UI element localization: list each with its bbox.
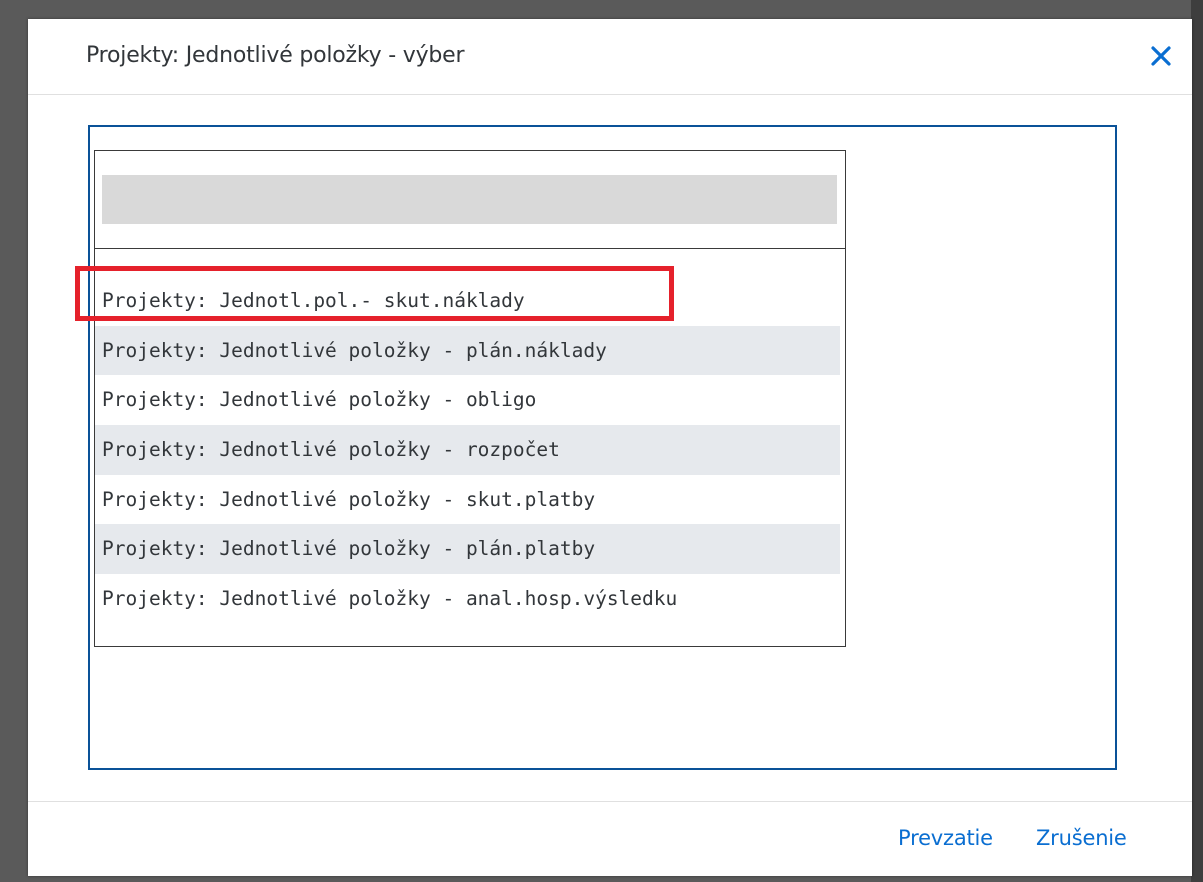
list-item[interactable]: Projekty: Jednotlivé položky - plán.nákl… xyxy=(95,325,840,376)
list-item[interactable]: Projekty: Jednotlivé položky - plán.plat… xyxy=(95,524,840,575)
list-item[interactable]: Projekty: Jednotlivé položky - obligo xyxy=(95,375,840,425)
background-edge xyxy=(1191,0,1203,882)
dialog-header: Projekty: Jednotlivé položky - výber xyxy=(28,19,1192,95)
content-frame: Projekty: Jednotl.pol.- skut.náklady Pro… xyxy=(88,125,1117,770)
selection-dialog: Projekty: Jednotlivé položky - výber Pro… xyxy=(28,19,1192,876)
selection-list: Projekty: Jednotl.pol.- skut.náklady Pro… xyxy=(95,276,840,624)
list-item[interactable]: Projekty: Jednotl.pol.- skut.náklady xyxy=(95,276,840,326)
list-panel: Projekty: Jednotl.pol.- skut.náklady Pro… xyxy=(94,150,846,647)
accept-button[interactable]: Prevzatie xyxy=(898,826,993,850)
list-item[interactable]: Projekty: Jednotlivé položky - anal.hosp… xyxy=(95,574,840,624)
list-item[interactable]: Projekty: Jednotlivé položky - skut.plat… xyxy=(95,475,840,525)
close-button[interactable] xyxy=(1146,41,1176,71)
cancel-button[interactable]: Zrušenie xyxy=(1036,826,1127,850)
list-item[interactable]: Projekty: Jednotlivé položky - rozpočet xyxy=(95,425,840,475)
search-input[interactable] xyxy=(102,175,837,224)
dialog-footer: Prevzatie Zrušenie xyxy=(28,801,1192,877)
panel-divider xyxy=(95,248,845,249)
close-icon xyxy=(1151,46,1171,66)
dialog-title: Projekty: Jednotlivé položky - výber xyxy=(86,43,465,68)
